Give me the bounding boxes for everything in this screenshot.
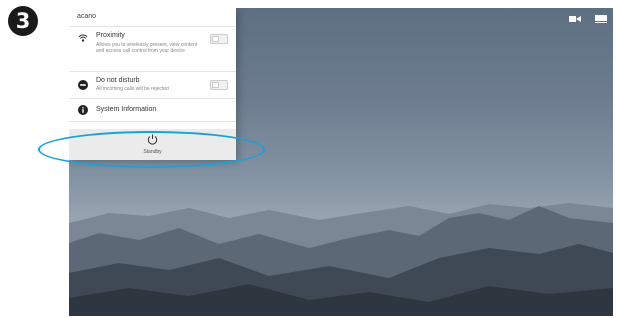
do-not-disturb-icon [78,80,88,90]
step-number-badge: 3 [8,6,38,36]
panel-title: acano [69,8,236,27]
proximity-description: Allows you to wirelessly present, view c… [96,42,198,54]
step-number: 3 [15,9,31,33]
proximity-icon [78,34,88,42]
do-not-disturb-description: All incoming calls will be rejected [96,86,169,92]
proximity-row[interactable]: Proximity Allows you to wirelessly prese… [69,27,236,72]
do-not-disturb-label: Do not disturb [96,77,140,84]
do-not-disturb-row[interactable]: Do not disturb All incoming calls will b… [69,72,236,99]
camera-icon[interactable] [569,14,581,24]
screen-icon[interactable] [595,14,607,24]
proximity-toggle[interactable] [210,34,228,44]
system-information-label: System Information [96,106,157,113]
info-icon [78,105,88,115]
standby-highlight-ring [38,131,265,168]
proximity-label: Proximity [96,32,125,39]
system-information-row[interactable]: System Information [69,99,236,122]
do-not-disturb-toggle[interactable] [210,80,228,90]
top-right-icons [569,14,607,24]
